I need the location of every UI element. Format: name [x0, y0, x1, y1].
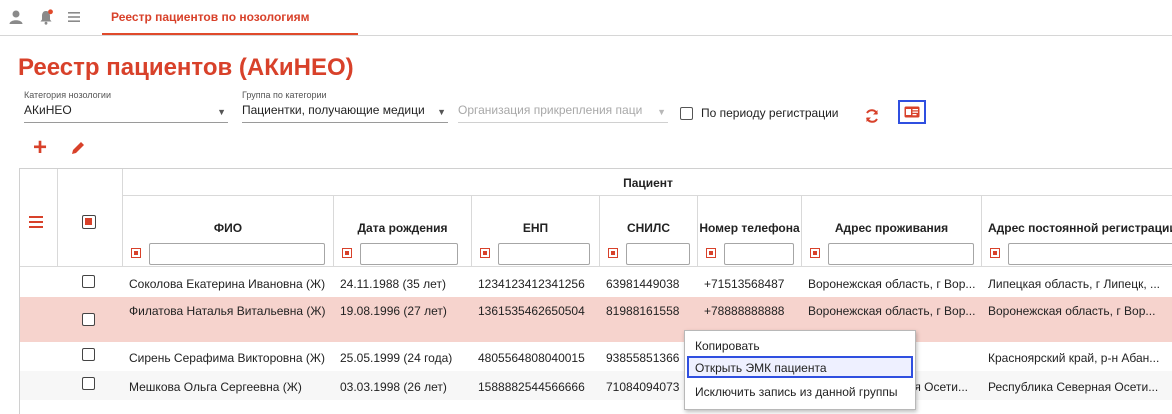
cell-fio: Соколова Екатерина Ивановна (Ж) — [129, 277, 326, 291]
cell-registration: Красноярский край, р-н Абан... — [988, 351, 1160, 365]
cell-dob: 25.05.1999 (24 года) — [340, 351, 453, 365]
column-menu-cell — [20, 169, 58, 267]
row-checkbox[interactable] — [82, 348, 95, 361]
period-label: По периоду регистрации — [701, 106, 839, 120]
table-row[interactable]: Сирень Серафима Викторовна (Ж) 25.05.199… — [20, 342, 1172, 371]
column-header-enp[interactable]: ЕНП — [472, 196, 600, 267]
patients-table: Пациент ФИО Дата рождения ЕНП СНИЛС Номе… — [19, 168, 1172, 414]
organization-placeholder: Организация прикрепления паци — [458, 103, 643, 117]
table-row[interactable]: Мешкова Ольга Сергеевна (Ж) 03.03.1998 (… — [20, 371, 1172, 400]
notification-bell-icon[interactable] — [38, 9, 54, 25]
column-title: Адрес постоянной регистрации — [988, 221, 1172, 235]
cell-fio: Филатова Наталья Витальевна (Ж) — [129, 304, 326, 318]
menu-icon[interactable] — [66, 9, 82, 25]
cell-registration: Воронежская область, г Вор... — [988, 304, 1156, 318]
column-title: СНИЛС — [626, 221, 671, 235]
cell-fio: Сирень Серафима Викторовна (Ж) — [129, 351, 326, 365]
filter-icon[interactable] — [342, 248, 352, 258]
column-header-registration[interactable]: Адрес постоянной регистрации — [982, 196, 1172, 267]
patient-group-header: Пациент — [123, 169, 1172, 196]
column-title: Номер телефона — [699, 221, 800, 235]
group-label: Группа по категории — [242, 90, 327, 100]
id-card-icon — [904, 106, 920, 118]
menu-item-exclude-record[interactable]: Исключить запись из данной группы — [687, 380, 913, 402]
cell-address: Воронежская область, г Вор... — [808, 304, 976, 318]
filter-input-dob[interactable] — [360, 243, 458, 265]
filter-input-snils[interactable] — [626, 243, 690, 265]
pencil-icon[interactable] — [70, 140, 86, 156]
category-value[interactable]: АКиНЕО ▼ — [24, 103, 228, 123]
group-value[interactable]: Пациентки, получающие медици ▼ — [242, 103, 448, 123]
table-row[interactable]: Соколова Екатерина Ивановна (Ж) 24.11.19… — [20, 268, 1172, 297]
hamburger-menu-icon[interactable] — [29, 216, 43, 228]
cell-snils: 63981449038 — [606, 277, 680, 291]
refresh-icon[interactable] — [864, 108, 880, 124]
group-value-text: Пациентки, получающие медици — [242, 103, 425, 117]
period-checkbox[interactable] — [680, 106, 693, 120]
cell-address: Воронежская область, г Вор... — [808, 277, 976, 291]
filter-icon[interactable] — [608, 248, 618, 258]
id-card-button[interactable] — [898, 100, 926, 124]
column-title: ФИО — [213, 221, 243, 235]
filter-input-address[interactable] — [828, 243, 974, 265]
category-label: Категория нозологии — [24, 90, 111, 100]
cell-enp: 4805564808040015 — [478, 351, 585, 365]
column-header-address[interactable]: Адрес проживания — [802, 196, 982, 267]
chevron-down-icon[interactable]: ▼ — [217, 107, 226, 117]
category-value-text: АКиНЕО — [24, 103, 72, 117]
cell-enp: 1234123412341256 — [478, 277, 585, 291]
chevron-down-icon[interactable]: ▼ — [434, 107, 446, 117]
organization-value[interactable]: Организация прикрепления паци ▼ — [458, 103, 668, 123]
filter-input-fio[interactable] — [149, 243, 325, 265]
cell-snils: 81988161558 — [606, 304, 680, 318]
cell-dob: 19.08.1996 (27 лет) — [340, 304, 447, 318]
organization-select[interactable]: Организация прикрепления паци ▼ — [458, 90, 668, 123]
cell-enp: 1588882544566666 — [478, 380, 585, 394]
column-header-dob[interactable]: Дата рождения — [334, 196, 472, 267]
tab-patient-registry[interactable]: Реестр пациентов по нозологиям — [102, 0, 358, 35]
cell-registration: Липецкая область, г Липецк, ... — [988, 277, 1160, 291]
cell-registration: Республика Северная Осети... — [988, 380, 1159, 394]
chevron-down-icon[interactable]: ▼ — [654, 107, 666, 117]
row-checkbox[interactable] — [82, 377, 95, 390]
table-row-selected[interactable]: Филатова Наталья Витальевна (Ж) 19.08.19… — [20, 297, 1172, 342]
filter-icon[interactable] — [706, 248, 716, 258]
plus-icon[interactable]: + — [33, 136, 47, 160]
cell-dob: 24.11.1988 (35 лет) — [340, 277, 446, 291]
cell-fio: Мешкова Ольга Сергеевна (Ж) — [129, 380, 302, 394]
cell-phone: +71513568487 — [704, 277, 785, 291]
group-select[interactable]: Группа по категории Пациентки, получающи… — [242, 90, 448, 123]
column-header-phone[interactable]: Номер телефона — [698, 196, 802, 267]
filter-input-enp[interactable] — [498, 243, 590, 265]
category-select[interactable]: Категория нозологии АКиНЕО ▼ — [24, 90, 228, 123]
select-all-cell — [58, 169, 123, 267]
period-filter[interactable]: По периоду регистрации — [680, 106, 838, 120]
column-title: Адрес проживания — [834, 221, 949, 235]
filter-icon[interactable] — [810, 248, 820, 258]
column-header-fio[interactable]: ФИО — [123, 196, 334, 267]
cell-phone: +78888888888 — [704, 304, 785, 318]
row-checkbox[interactable] — [82, 275, 95, 288]
filter-icon[interactable] — [131, 248, 141, 258]
page-title: Реестр пациентов (АКиНЕО) — [18, 54, 354, 81]
filter-icon[interactable] — [480, 248, 490, 258]
filter-icon[interactable] — [990, 248, 1000, 258]
column-header-snils[interactable]: СНИЛС — [600, 196, 698, 267]
filter-input-registration[interactable] — [1008, 243, 1172, 265]
user-icon[interactable] — [8, 9, 24, 25]
cell-dob: 03.03.1998 (26 лет) — [340, 380, 447, 394]
row-checkbox[interactable] — [82, 313, 95, 326]
column-title: Дата рождения — [357, 221, 448, 235]
menu-item-open-emk[interactable]: Открыть ЭМК пациента — [687, 356, 913, 378]
context-menu: Копировать Открыть ЭМК пациента Исключит… — [684, 330, 916, 410]
cell-enp: 1361535462650504 — [478, 304, 585, 318]
select-all-checkbox[interactable] — [82, 215, 96, 229]
filter-input-phone[interactable] — [724, 243, 794, 265]
column-title: ЕНП — [522, 221, 549, 235]
menu-item-copy[interactable]: Копировать — [687, 334, 913, 356]
top-bar: Реестр пациентов по нозологиям — [0, 0, 1172, 36]
